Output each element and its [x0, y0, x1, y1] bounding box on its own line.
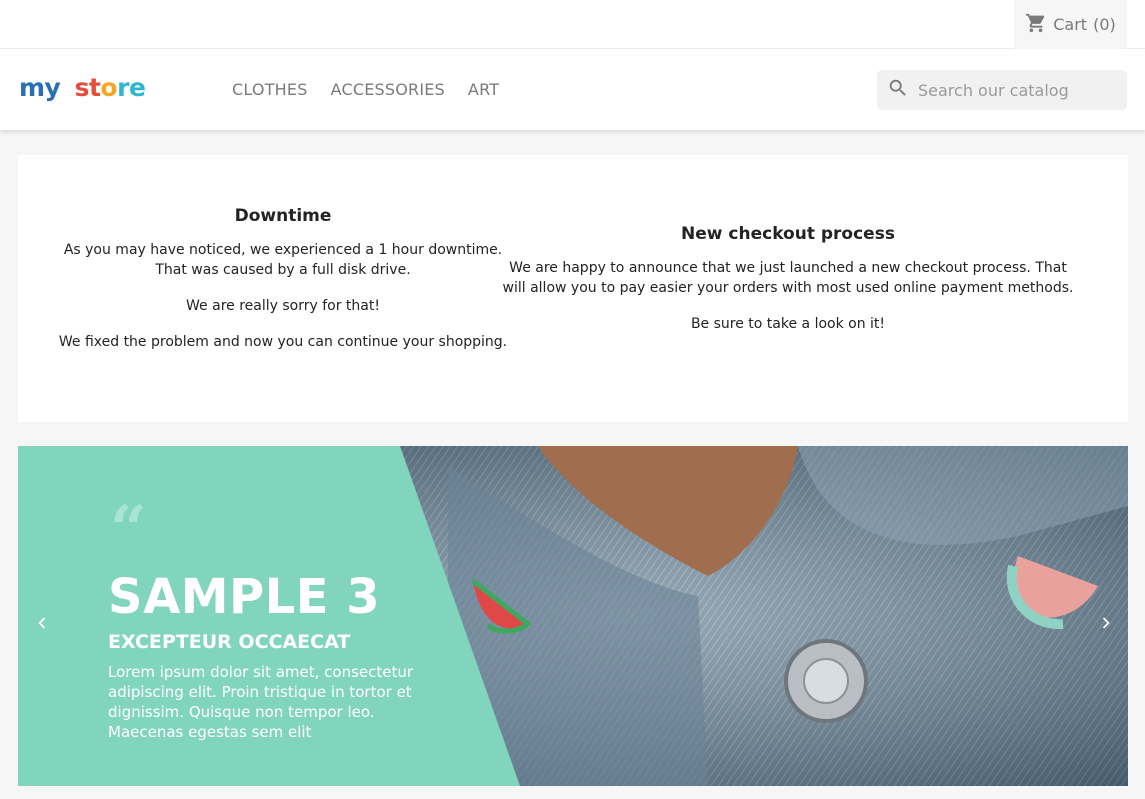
- news-item-downtime: Downtime As you may have noticed, we exp…: [58, 206, 508, 368]
- news-paragraph: We are happy to announce that we just la…: [502, 260, 1074, 296]
- slide-subtitle: EXCEPTEUR OCCAECAT: [108, 631, 351, 653]
- chevron-right-icon: [1095, 612, 1117, 638]
- cart-count: (0): [1093, 15, 1116, 34]
- news-paragraph: We are really sorry for that!: [186, 298, 380, 314]
- logo-part: my: [19, 73, 61, 102]
- quote-mark: “: [110, 492, 147, 567]
- store-logo[interactable]: my store: [19, 73, 146, 102]
- news-item-checkout: New checkout process We are happy to ann…: [498, 224, 1078, 350]
- search-box: [877, 70, 1127, 110]
- menu-item-art[interactable]: ART: [468, 80, 499, 99]
- logo-part: re: [117, 73, 146, 102]
- slide-title: SAMPLE 3: [108, 569, 381, 625]
- logo-part: st: [74, 73, 101, 102]
- slide-text: Lorem ipsum dolor sit amet, consectetur …: [108, 663, 414, 741]
- main-header: my store CLOTHES ACCESSORIES ART: [0, 49, 1145, 130]
- logo-part: o: [100, 73, 118, 102]
- category-menu: CLOTHES ACCESSORIES ART: [232, 80, 499, 99]
- news-block: Downtime As you may have noticed, we exp…: [18, 155, 1128, 422]
- search-icon[interactable]: [877, 77, 909, 103]
- menu-item-accessories[interactable]: ACCESSORIES: [331, 80, 445, 99]
- news-title: Downtime: [234, 206, 332, 226]
- cart-button[interactable]: Cart (0): [1014, 0, 1127, 49]
- slider-next-button[interactable]: [1094, 607, 1118, 643]
- cart-label: Cart: [1053, 15, 1088, 34]
- news-paragraph: We fixed the problem and now you can con…: [58, 334, 508, 350]
- top-nav-bar: Cart (0): [0, 0, 1145, 49]
- news-paragraph: As you may have noticed, we experienced …: [63, 242, 503, 278]
- slider-prev-button[interactable]: [30, 607, 54, 643]
- news-title: New checkout process: [681, 224, 895, 244]
- menu-item-clothes[interactable]: CLOTHES: [232, 80, 308, 99]
- news-paragraph: Be sure to take a look on it!: [690, 316, 886, 332]
- chevron-left-icon: [31, 612, 53, 638]
- hero-slider: “ SAMPLE 3 EXCEPTEUR OCCAECAT Lorem ipsu…: [18, 446, 1128, 786]
- search-input[interactable]: [918, 80, 1108, 100]
- cart-icon: [1025, 12, 1047, 38]
